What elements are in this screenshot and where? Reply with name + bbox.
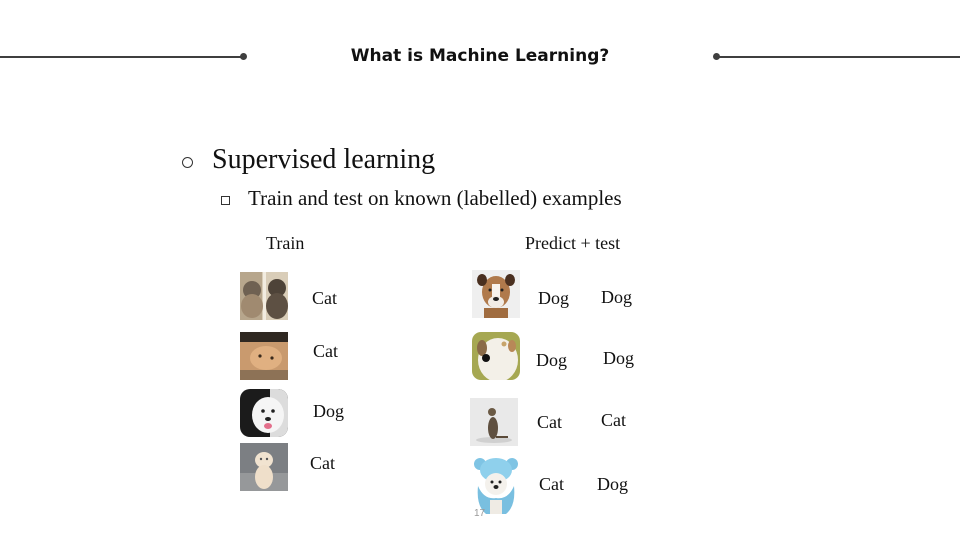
two-cats-image bbox=[240, 272, 288, 320]
truth-label: Dog bbox=[603, 348, 634, 368]
tabby-cat-image bbox=[470, 398, 518, 446]
train-heading: Train bbox=[266, 233, 305, 253]
train-label: Dog bbox=[313, 401, 344, 421]
train-label: Cat bbox=[312, 288, 337, 308]
boxer-dog-image bbox=[472, 270, 520, 318]
train-label: Cat bbox=[313, 341, 338, 361]
header-rule-right bbox=[716, 56, 960, 58]
white-puppy-image bbox=[240, 389, 288, 437]
square-bullet-icon bbox=[221, 196, 230, 205]
prediction-label: Cat bbox=[539, 474, 564, 494]
predict-test-heading: Predict + test bbox=[525, 233, 621, 253]
kitten-image bbox=[240, 443, 288, 491]
circle-bullet-icon bbox=[182, 157, 193, 168]
prediction-label: Dog bbox=[536, 350, 567, 370]
truth-label: Cat bbox=[601, 410, 626, 430]
bullet-train-and-test: Train and test on known (labelled) examp… bbox=[248, 186, 622, 210]
truth-label: Dog bbox=[597, 474, 628, 494]
train-label: Cat bbox=[310, 453, 335, 473]
bullet-supervised-learning: Supervised learning bbox=[212, 144, 436, 175]
slide-number: 17 bbox=[474, 508, 486, 519]
prediction-label: Cat bbox=[537, 412, 562, 432]
truth-label: Dog bbox=[601, 287, 632, 307]
prediction-label: Dog bbox=[538, 288, 569, 308]
white-dog-image bbox=[472, 332, 520, 380]
dog-in-blue-hood-image bbox=[472, 456, 520, 516]
orange-cat-image bbox=[240, 332, 288, 380]
